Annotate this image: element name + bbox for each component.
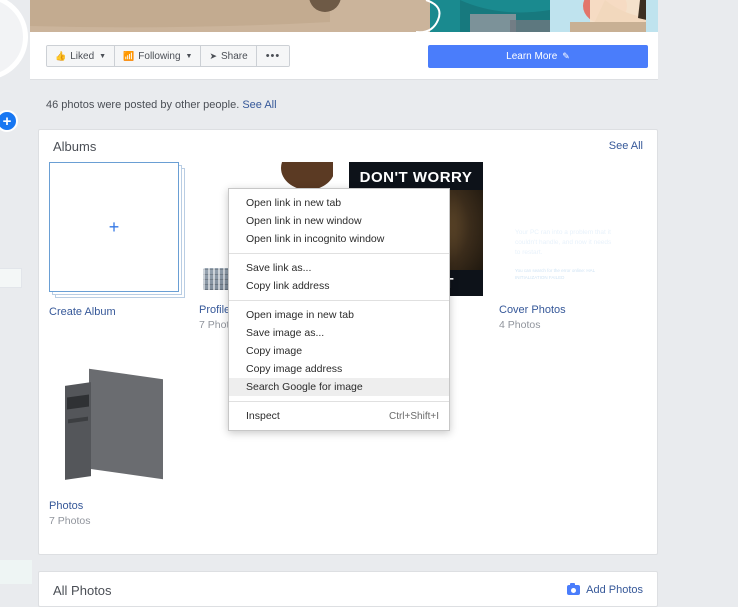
cover-photo[interactable] <box>30 0 658 32</box>
plus-icon: + <box>108 216 120 237</box>
photos-posted-see-all-link[interactable]: See All <box>242 99 276 111</box>
album-photo-count: 7 Photos <box>49 514 91 527</box>
cover-photo-illustration <box>30 0 658 32</box>
thumbs-up-icon: 👍 <box>55 50 67 61</box>
all-photos-title: All Photos <box>53 582 112 598</box>
context-menu-item-label: Inspect <box>246 410 280 422</box>
meme-top-caption: DON'T WORRY <box>359 168 473 186</box>
liked-button-label: Liked <box>70 50 95 62</box>
pc-side-panel <box>89 368 163 480</box>
context-menu-item[interactable]: Open link in new window <box>229 212 449 230</box>
context-menu-item[interactable]: Search Google for image <box>229 378 449 396</box>
add-photos-button[interactable]: Add Photos <box>567 583 643 596</box>
learn-more-label: Learn More <box>506 51 558 62</box>
context-menu-item-label: Open image in new tab <box>246 309 354 321</box>
action-button-group: 👍 Liked ▼ 📶 Following ▼ ➤ Share ••• <box>46 45 291 67</box>
pc-tower-shape <box>65 368 163 480</box>
context-menu-item[interactable]: Open link in new tab <box>229 194 449 212</box>
share-button[interactable]: ➤ Share <box>201 46 257 66</box>
album-thumbnail-photos <box>49 358 183 492</box>
following-button-label: Following <box>138 50 181 62</box>
context-menu-item[interactable]: Open link in incognito window <box>229 230 449 248</box>
context-menu-item-label: Copy image <box>246 345 303 357</box>
photos-posted-text: 46 photos were posted by other people. <box>46 99 240 111</box>
albums-card-header: Albums See All <box>39 130 657 162</box>
context-menu-item-label: Open link in new tab <box>246 197 342 209</box>
context-menu-item-label: Save image as... <box>246 327 325 339</box>
rail-placeholder-chip-lower <box>0 560 32 584</box>
chevron-down-icon-following: ▼ <box>185 52 193 60</box>
context-menu-item[interactable]: Open image in new tab <box>229 306 449 324</box>
context-menu-item-label: Open link in new window <box>246 215 362 227</box>
album-name[interactable]: Photos <box>49 500 185 514</box>
pencil-icon: ✎ <box>562 51 570 61</box>
context-menu-item-shortcut: Ctrl+Shift+I <box>388 410 439 422</box>
following-button[interactable]: 📶 Following ▼ <box>115 46 202 66</box>
context-menu-separator <box>229 401 449 402</box>
browser-context-menu[interactable]: Open link in new tab Open link in new win… <box>228 188 450 431</box>
album-photo-count: 4 Photos <box>499 318 541 331</box>
bsod-message: Your PC ran into a problem that it could… <box>515 229 612 257</box>
context-menu-item-label: Save link as... <box>246 262 312 274</box>
album-tile-photos[interactable]: Photos 7 Photos <box>49 358 185 527</box>
stack-sheet-front: + <box>49 162 179 292</box>
all-photos-header: All Photos Add Photos <box>39 572 657 607</box>
create-album-stack: + <box>49 162 185 298</box>
context-menu-separator <box>229 253 449 254</box>
context-menu-item[interactable]: Copy image address <box>229 360 449 378</box>
albums-see-all-link[interactable]: See All <box>609 140 643 152</box>
context-menu-item[interactable]: Copy link address <box>229 277 449 295</box>
sad-face-icon: :( <box>515 182 531 212</box>
add-photos-label: Add Photos <box>586 584 643 596</box>
context-menu-item-label: Search Google for image <box>246 381 363 393</box>
context-menu-separator <box>229 300 449 301</box>
add-photo-badge-icon[interactable]: + <box>0 110 18 132</box>
bsod-submessage: You can search for the error online: HAL… <box>515 268 595 280</box>
portrait-head-shape <box>281 162 333 190</box>
albums-title: Albums <box>53 138 97 154</box>
all-photos-card: All Photos Add Photos <box>38 571 658 607</box>
rail-placeholder-chip <box>0 268 22 288</box>
left-rail: + <box>0 0 32 607</box>
context-menu-item[interactable]: Copy image <box>229 342 449 360</box>
camera-icon <box>567 583 581 595</box>
context-menu-item-label: Copy image address <box>246 363 343 375</box>
profile-action-bar: 👍 Liked ▼ 📶 Following ▼ ➤ Share ••• Lear… <box>30 32 658 80</box>
context-menu-item-label: Open link in incognito window <box>246 233 385 245</box>
learn-more-button[interactable]: Learn More ✎ <box>428 45 648 68</box>
photos-posted-note: 46 photos were posted by other people. S… <box>46 99 277 111</box>
album-tile-cover-photos[interactable]: :( Your PC ran into a problem that it co… <box>499 162 635 331</box>
context-menu-item[interactable]: Inspect Ctrl+Shift+I <box>229 407 449 425</box>
album-name[interactable]: Cover Photos <box>499 304 635 318</box>
album-tile-create[interactable]: + Create Album <box>49 162 185 320</box>
rss-icon: 📶 <box>123 50 135 61</box>
context-menu-item[interactable]: Save link as... <box>229 259 449 277</box>
context-menu-item-label: Copy link address <box>246 280 330 292</box>
liked-button[interactable]: 👍 Liked ▼ <box>47 46 116 66</box>
share-button-label: Share <box>221 50 248 62</box>
context-menu-item[interactable]: Save image as... <box>229 324 449 342</box>
album-name[interactable]: Create Album <box>49 306 185 320</box>
album-thumbnail-cover-photos: :( Your PC ran into a problem that it co… <box>499 162 633 296</box>
bsod-content: :( Your PC ran into a problem that it co… <box>499 162 633 296</box>
chevron-down-icon: ▼ <box>99 52 107 60</box>
share-arrow-icon: ➤ <box>209 50 218 61</box>
more-options-button[interactable]: ••• <box>256 46 290 66</box>
profile-avatar[interactable] <box>0 0 28 80</box>
page-root: + 👍 Liked ▼ 📶 Following ▼ ➤ Share ••• Le… <box>0 0 738 607</box>
